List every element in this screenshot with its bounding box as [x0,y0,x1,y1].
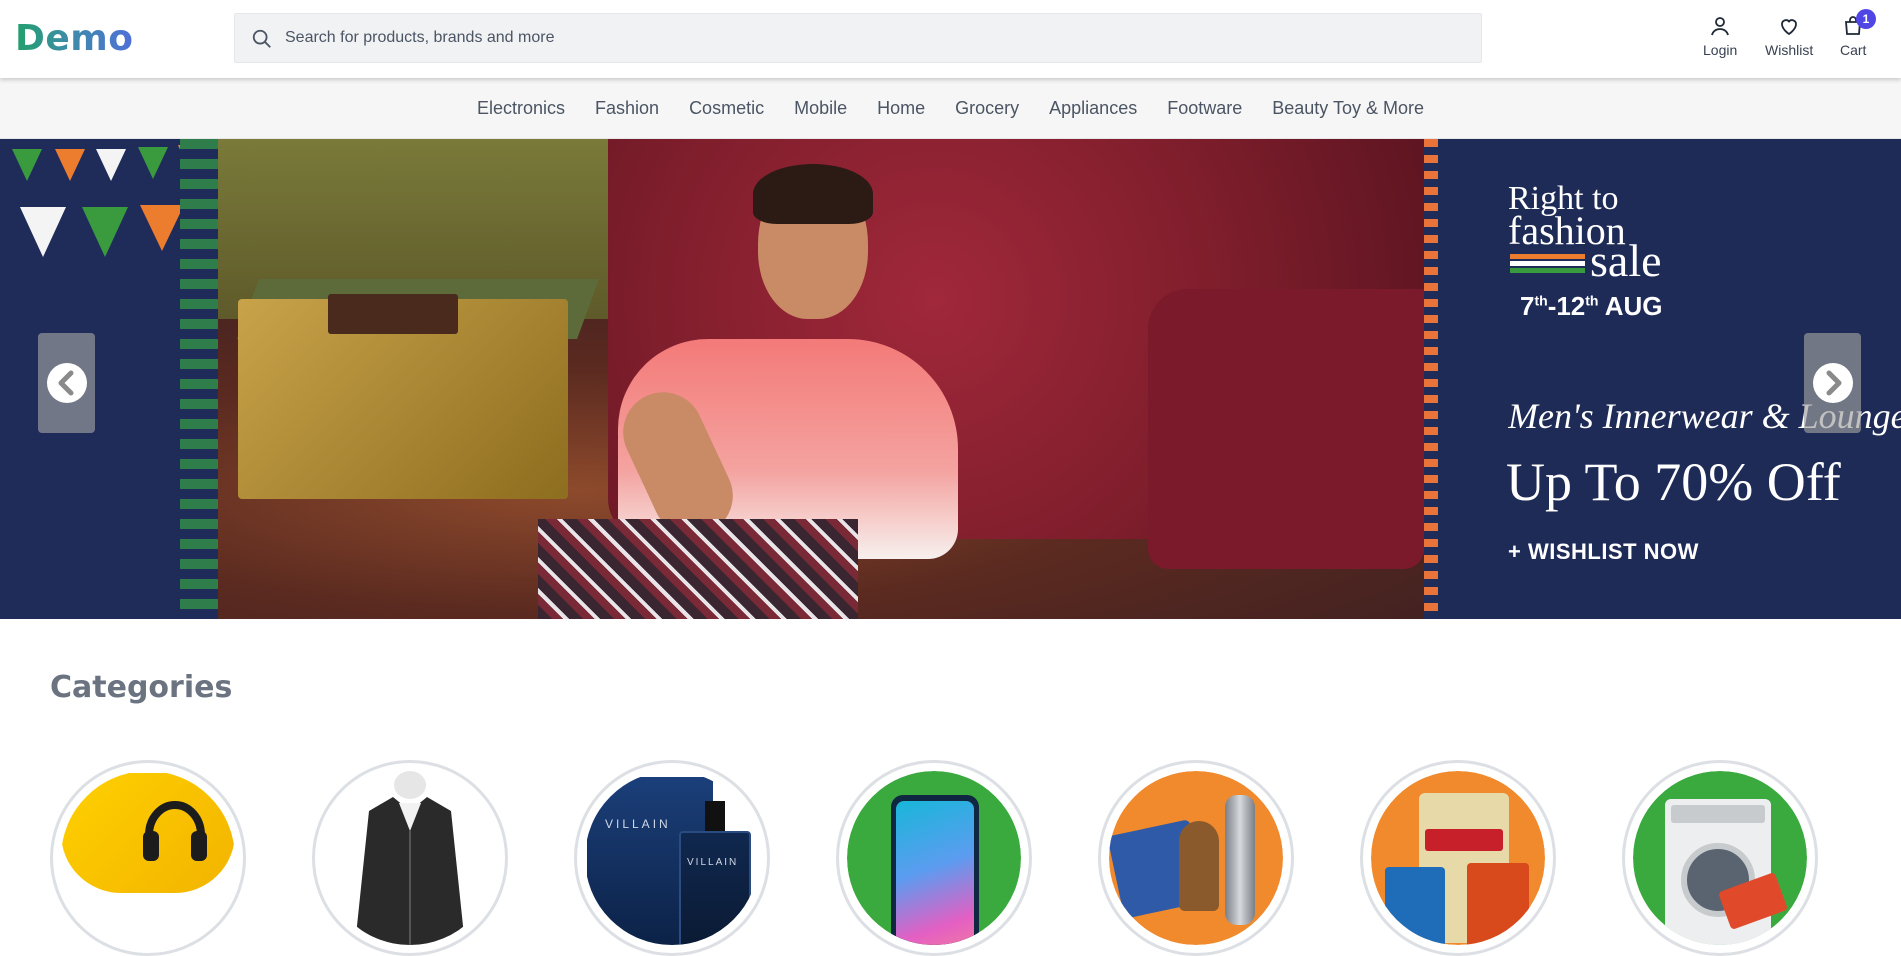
chevron-left-icon [47,363,87,403]
category-home-decor[interactable] [1098,760,1294,956]
category-perfume[interactable]: VILLAIN VILLAIN [574,760,770,956]
nav-beauty-toy-more[interactable]: Beauty Toy & More [1257,98,1439,119]
jacket-icon [355,771,465,945]
wishlist-button[interactable]: Wishlist [1765,14,1813,58]
sale-dates: 7th-12th AUG [1520,291,1663,321]
category-headphones[interactable] [50,760,246,956]
tricolor-bar [1510,254,1585,273]
headphones-icon [143,801,207,861]
nav-cosmetic[interactable]: Cosmetic [674,98,779,119]
sale-title-line2: fashion [1508,208,1626,253]
cart-count-badge: 1 [1856,9,1876,29]
nav-fashion[interactable]: Fashion [580,98,674,119]
wishlist-label: Wishlist [1765,42,1814,58]
sale-offer: Up To 70% Off [1506,452,1841,512]
carousel-next-button[interactable] [1804,333,1861,433]
cart-label: Cart [1840,42,1867,58]
user-icon [1711,17,1729,36]
header: Demo Login Wishlist 1 Cart [0,0,1901,78]
category-nav: Electronics Fashion Cosmetic Mobile Home… [0,78,1901,139]
search-bar[interactable] [234,13,1482,63]
search-icon [252,29,271,48]
nav-grocery[interactable]: Grocery [940,98,1034,119]
category-grocery[interactable] [1360,760,1556,956]
login-label: Login [1703,42,1738,58]
hero-banner[interactable]: Right to fashion sale 7th-12th AUG Men's… [0,139,1901,619]
chevron-right-icon [1813,363,1853,403]
nav-mobile[interactable]: Mobile [779,98,862,119]
cart-button[interactable]: 1 Cart [1840,9,1876,58]
banner-border-left [180,139,218,619]
nav-electronics[interactable]: Electronics [462,98,580,119]
logo[interactable]: Demo [15,18,134,59]
login-button[interactable]: Login [1703,14,1737,58]
nav-home[interactable]: Home [862,98,940,119]
category-smartphone[interactable] [836,760,1032,956]
carousel-prev-button[interactable] [38,333,95,433]
categories-heading: Categories [50,670,233,705]
search-input[interactable] [285,14,1465,62]
category-washing-machine[interactable] [1622,760,1818,956]
heart-icon [1781,19,1798,36]
wishlist-now-cta[interactable]: + WISHLIST NOW [1508,539,1699,565]
category-leather-jacket[interactable] [312,760,508,956]
banner-border-right [1424,139,1438,619]
banner-photo [218,139,1424,619]
nav-appliances[interactable]: Appliances [1034,98,1152,119]
nav-footware[interactable]: Footware [1152,98,1257,119]
